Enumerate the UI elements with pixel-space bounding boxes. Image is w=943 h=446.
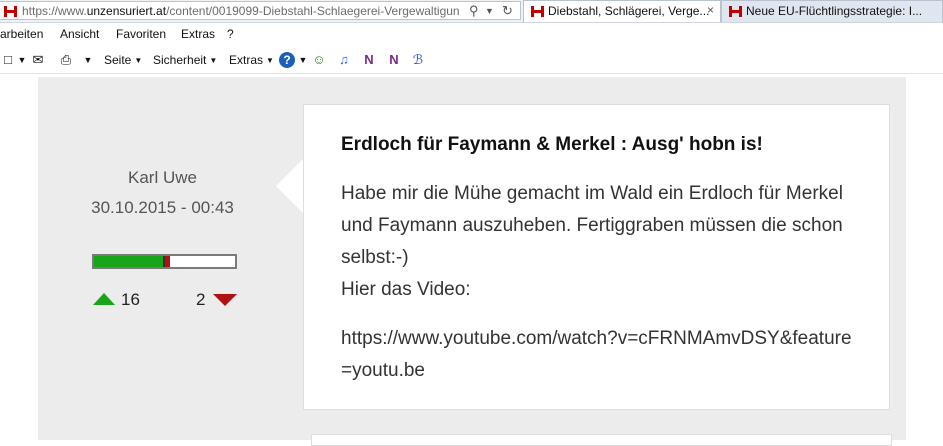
security-menu-button[interactable]: Sicherheit ▼ <box>153 53 217 67</box>
command-bar: □ ▼ ✉ ⎙ ▼ Seite ▼ Sicherheit ▼ Extras ▼ ? ▼… <box>0 47 943 74</box>
thumb-down-arrow-icon[interactable] <box>213 294 237 306</box>
page-margin-left <box>0 77 38 440</box>
dropdown-arrow-icon[interactable]: ▼ <box>14 52 30 68</box>
vote-down-count: 2 <box>196 290 206 309</box>
rating-divider <box>163 256 166 267</box>
tab-favicon-icon <box>729 6 742 17</box>
dropdown-arrow-icon[interactable]: ▼ <box>295 52 311 68</box>
next-comment-card <box>311 434 892 446</box>
menu-item-edit[interactable]: arbeiten <box>0 27 43 41</box>
help-icon[interactable]: ? <box>279 52 295 68</box>
print-icon[interactable]: ⎙ <box>58 52 74 68</box>
research-icon[interactable]: ♫ <box>336 52 352 68</box>
bubble-pointer <box>276 158 304 214</box>
menu-item-extras[interactable]: Extras <box>181 27 215 41</box>
rating-bar <box>92 254 237 269</box>
comment-card: Erdloch für Faymann & Merkel : Ausg' hob… <box>303 104 890 410</box>
bluetooth-icon[interactable]: ℬ <box>410 52 426 68</box>
dropdown-arrow-icon[interactable]: ▼ <box>485 6 494 16</box>
address-row: https://www.unzensuriert.at/content/0019… <box>0 0 943 23</box>
comment-date: 30.10.2015 - 00:43 <box>91 198 234 217</box>
menu-bar: arbeiten Ansicht Favoriten Extras ? <box>0 24 943 44</box>
comment-text: Habe mir die Mühe gemacht im Wald ein Er… <box>341 183 843 268</box>
onenote-icon[interactable]: N <box>361 52 377 68</box>
comment-text: Hier das Video: <box>341 279 471 300</box>
comment-title: Erdloch für Faymann & Merkel : Ausg' hob… <box>341 134 763 155</box>
site-favicon-icon <box>4 6 17 17</box>
address-bar[interactable]: https://www.unzensuriert.at/content/0019… <box>0 1 521 20</box>
onenote-send-icon[interactable]: N <box>386 52 402 68</box>
comment-author[interactable]: Karl Uwe <box>80 168 245 188</box>
page-margin-right <box>906 77 943 440</box>
menu-item-view[interactable]: Ansicht <box>60 27 99 41</box>
extras-menu-button[interactable]: Extras ▼ <box>229 53 274 67</box>
comment-body: Habe mir die Mühe gemacht im Wald ein Er… <box>341 178 861 387</box>
vote-up-count: 16 <box>121 290 140 309</box>
dropdown-arrow-icon[interactable]: ▼ <box>80 52 96 68</box>
messenger-icon[interactable]: ☺ <box>311 52 327 68</box>
menu-item-favorites[interactable]: Favoriten <box>116 27 166 41</box>
tab-label: Neue EU-Flüchtlingsstrategie: I... <box>746 4 923 18</box>
tab-close-icon[interactable]: × <box>707 3 714 17</box>
tab-favicon-icon <box>531 6 544 17</box>
menu-item-help[interactable]: ? <box>227 27 234 41</box>
search-icon[interactable]: ⚲ <box>469 3 479 19</box>
tab-inactive[interactable]: Neue EU-Flüchtlingsstrategie: I... <box>721 0 943 22</box>
comment-link[interactable]: https://www.youtube.com/watch?v=cFRNMAmv… <box>341 323 861 387</box>
refresh-icon[interactable]: ↻ <box>502 3 513 19</box>
rating-up-fill <box>94 256 164 267</box>
thumb-up-arrow-icon[interactable] <box>93 293 115 305</box>
tab-label: Diebstahl, Schlägerei, Verge... <box>548 4 710 18</box>
tab-active[interactable]: Diebstahl, Schlägerei, Verge... × <box>523 0 721 22</box>
address-url[interactable]: https://www.unzensuriert.at/content/0019… <box>22 4 462 18</box>
mail-icon[interactable]: ✉ <box>30 52 46 68</box>
page-menu-button[interactable]: Seite ▼ <box>104 53 142 67</box>
browser-chrome: https://www.unzensuriert.at/content/0019… <box>0 0 943 77</box>
